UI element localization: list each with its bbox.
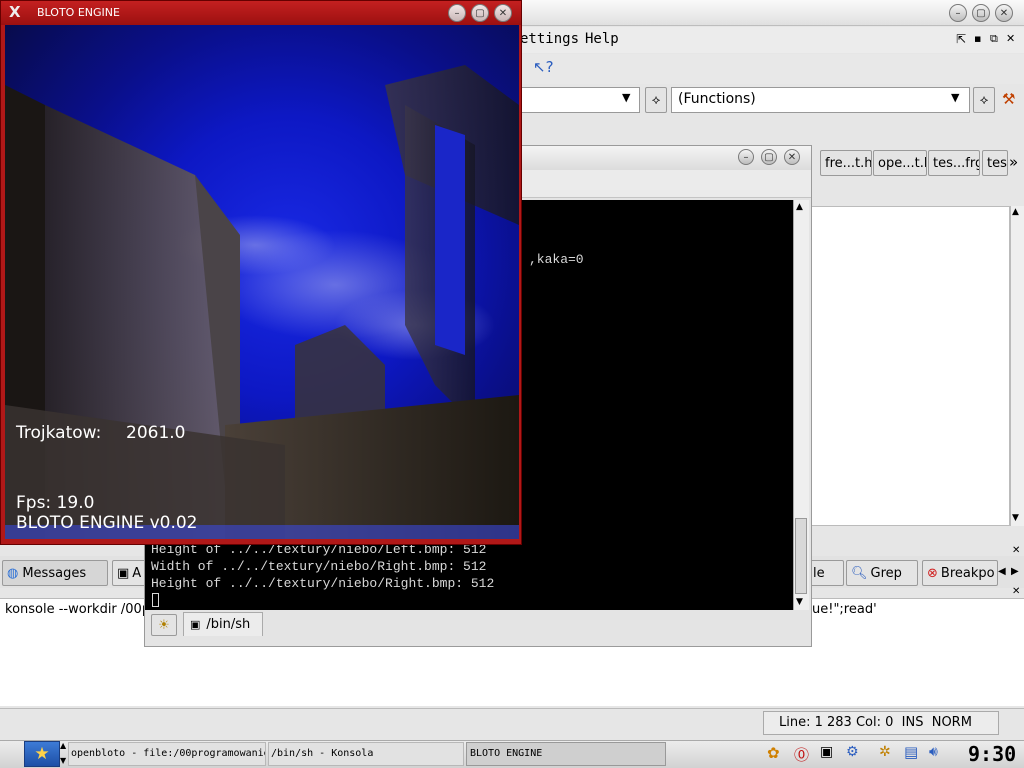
functions-combo-label: (Functions) — [678, 91, 756, 107]
x-logo-icon: X — [9, 3, 21, 21]
status-text: Line: 1 283 Col: 0 INS NORM — [779, 715, 972, 730]
ide-close-button[interactable]: ✕ — [995, 4, 1013, 22]
tab-application[interactable]: ▣ A — [112, 560, 148, 586]
pin-icon[interactable]: ⇱ — [956, 32, 966, 46]
tray-opera-icon[interactable]: ⓪ — [794, 744, 809, 765]
file-tab[interactable]: tes — [982, 150, 1008, 176]
tray-terminal-icon[interactable]: ▣ — [820, 744, 833, 760]
terminal-line: Width of ../../textury/niebo/Right.bmp: … — [151, 559, 487, 574]
engine-title: BLOTO ENGINE — [37, 6, 120, 19]
terminal-scroll-thumb[interactable] — [795, 518, 807, 594]
engine-minimize-button[interactable]: – — [448, 4, 466, 22]
menu-close-icon[interactable]: ✕ — [1006, 32, 1015, 45]
functions-combo-arrow-icon[interactable]: ▼ — [951, 91, 959, 104]
task-item[interactable]: BLOTO ENGINE — [466, 742, 666, 766]
ide-maximize-button[interactable]: ▢ — [972, 4, 990, 22]
triangles-label: Trojkatow: — [16, 423, 102, 443]
tray-window-icon[interactable]: ▤ — [904, 743, 918, 761]
session-tab-label: /bin/sh — [206, 617, 251, 632]
task-item[interactable]: openbloto - file:/00programowanie — [68, 742, 266, 766]
tray-settings-icon[interactable]: ⚙ — [846, 744, 859, 760]
tray-volume-icon[interactable]: 🔊︎ — [929, 744, 938, 760]
breakpoints-icon: ⊗ — [927, 565, 938, 581]
tabs-right-arrow-icon[interactable]: ▶ — [1011, 566, 1019, 577]
terminal-code-fragment: ,kaka=0 — [529, 252, 584, 267]
engine-close-button[interactable]: ✕ — [494, 4, 512, 22]
sync-button[interactable]: ⟡ — [645, 87, 667, 113]
new-session-icon: ☀ — [158, 617, 170, 633]
functions-sync-button[interactable]: ⟡ — [973, 87, 995, 113]
task-item[interactable]: /bin/sh - Konsola — [268, 742, 464, 766]
editor-scroll-down-icon[interactable]: ▼ — [1012, 513, 1019, 523]
float-icon[interactable]: ⧉ — [990, 32, 998, 46]
file-tab[interactable]: ope...t.h — [873, 150, 927, 176]
tab-breakpoints[interactable]: ⊗ Breakpo — [922, 560, 998, 586]
messages-line-left: konsole --workdir /00p — [5, 602, 151, 617]
tab-messages-label: Messages — [22, 565, 87, 581]
tabs-overflow-icon[interactable]: » — [1009, 153, 1018, 171]
terminal-scroll-up-icon[interactable]: ▲ — [796, 202, 803, 212]
tab-grep-label: Grep — [870, 565, 902, 581]
konsole-maximize-button[interactable]: ▢ — [761, 149, 777, 165]
fps-label: Fps: 19.0 — [16, 493, 95, 513]
menu-help[interactable]: Help — [585, 31, 619, 47]
restore-icon[interactable]: ▪ — [974, 32, 981, 45]
start-button[interactable]: ★ — [24, 741, 60, 767]
tray-network-icon[interactable]: ✲ — [879, 744, 891, 760]
terminal-small-icon: ▣ — [117, 565, 130, 581]
tab-partial[interactable]: le — [808, 560, 844, 586]
messages-icon: ◍ — [7, 565, 19, 581]
terminal-scroll-down-icon[interactable]: ▼ — [796, 597, 803, 607]
bottom-dock-close2-icon[interactable]: ✕ — [1012, 586, 1020, 597]
grep-icon: 🔍︎ — [851, 565, 868, 581]
konsole-close-button[interactable]: ✕ — [784, 149, 800, 165]
tab-messages[interactable]: ◍ Messages — [2, 560, 108, 586]
editor-scroll-up-icon[interactable]: ▲ — [1012, 207, 1019, 217]
clock: 9:30 — [968, 742, 1017, 766]
taskbar-scroll-up-icon[interactable]: ▲ — [60, 741, 66, 750]
tray-app-icon[interactable]: ✿ — [767, 744, 780, 762]
window-slit — [435, 125, 465, 355]
tab-breakpoints-label: Breakpo — [940, 565, 995, 581]
session-terminal-icon: ▣ — [190, 618, 201, 631]
session-tab[interactable]: ▣ /bin/sh — [183, 612, 263, 636]
editor-area[interactable] — [810, 206, 1010, 526]
tab-grep[interactable]: 🔍︎ Grep — [846, 560, 918, 586]
whats-this-icon[interactable]: ↖? — [533, 58, 554, 76]
taskbar-scroll-down-icon[interactable]: ▼ — [60, 756, 66, 765]
tab-application-label: A — [132, 565, 142, 581]
engine-window: X BLOTO ENGINE – ▢ ✕ Trojkatow: 2061.0 F… — [0, 0, 522, 545]
bottom-dock-close-icon[interactable]: ✕ — [1012, 545, 1020, 556]
menu-settings[interactable]: ettings — [520, 31, 579, 47]
engine-maximize-button[interactable]: ▢ — [471, 4, 489, 22]
terminal-cursor — [152, 593, 159, 607]
new-session-button[interactable]: ☀ — [151, 614, 177, 636]
file-tab[interactable]: fre...t.h — [820, 150, 872, 176]
wand-icon[interactable]: ⚒ — [1002, 90, 1015, 108]
star-icon: ★ — [34, 744, 50, 764]
engine-version: BLOTO ENGINE v0.02 — [16, 513, 198, 533]
editor-scrollbar[interactable] — [1010, 206, 1024, 526]
file-tab[interactable]: tes...frg — [928, 150, 980, 176]
triangles-value: 2061.0 — [126, 423, 186, 443]
tab-partial-label: le — [813, 565, 825, 581]
scene-svg — [5, 65, 519, 539]
tabs-left-arrow-icon[interactable]: ◀ — [998, 566, 1006, 577]
terminal-line: Height of ../../textury/niebo/Right.bmp:… — [151, 576, 495, 591]
class-combo-arrow-icon[interactable]: ▼ — [622, 91, 630, 104]
konsole-minimize-button[interactable]: – — [738, 149, 754, 165]
render-viewport[interactable]: Trojkatow: 2061.0 Fps: 19.0 BLOTO ENGINE… — [5, 25, 519, 539]
messages-line-right: ue!";read' — [812, 602, 877, 617]
ide-minimize-button[interactable]: – — [949, 4, 967, 22]
